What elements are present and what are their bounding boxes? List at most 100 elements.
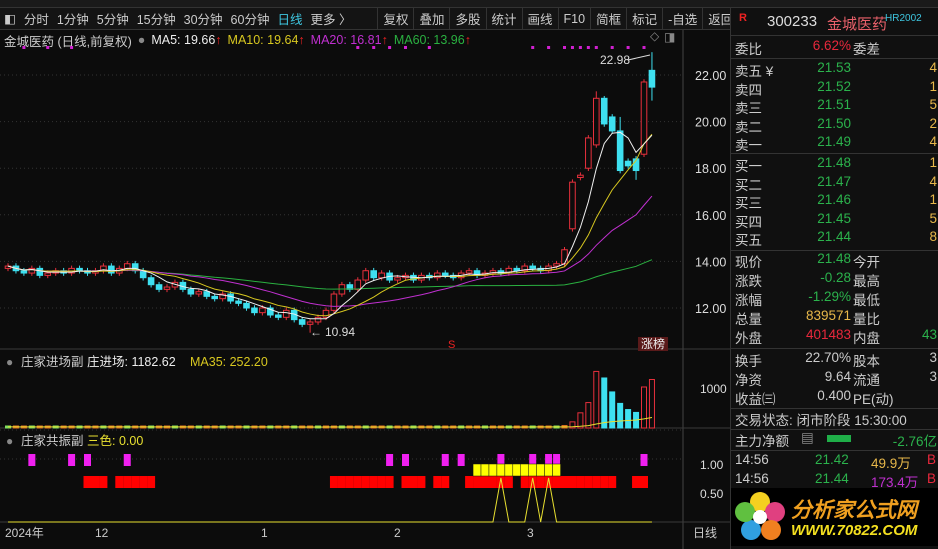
row-value: -0.28 [820,270,851,285]
signal-dot [70,46,74,49]
zjc-bar [625,409,632,429]
row-label: 买一 [735,159,762,174]
panel3-settings-icon[interactable]: ● [6,434,13,448]
tab-60min[interactable]: 60分钟 [227,9,274,28]
row-right: 8 [929,229,937,245]
high-annotation: 22.98 [600,53,630,67]
red-mark [99,476,108,488]
bid-row: 买四 21.45 5 [735,211,938,230]
period-label[interactable]: 日线 [693,526,717,540]
ma5-line [7,131,653,320]
signal-dot [531,46,535,49]
f10-button[interactable]: F10 [557,7,591,30]
candle-body [362,270,370,281]
yellow-mark [496,463,506,477]
row-right: 4 [929,173,937,189]
candle-body [211,295,218,300]
list-icon[interactable]: ▤ [801,430,814,446]
zjc-bar [617,402,624,429]
signal-dot [404,46,407,49]
red-mark [568,476,577,488]
tab-30min[interactable]: 30分钟 [180,9,227,28]
candle-body [330,293,338,311]
signal-dot [570,46,574,49]
tab-5min[interactable]: 5分钟 [93,9,133,28]
candle-body [298,319,306,325]
zjc-bar [609,391,616,429]
row-label2: 最低 [853,293,880,308]
signal-dot [22,46,26,49]
zhangbang-badge[interactable]: 涨榜 [641,336,665,351]
zjc-bar [593,370,600,429]
panel2-settings-icon[interactable]: ● [6,355,13,369]
multi-stock-button[interactable]: 多股 [449,7,485,30]
stat-row: 涨跌 -0.28 最高 [735,270,938,289]
row-label: 卖一 [735,138,762,154]
stat-row: 收益㈢ 0.400 PE(动) [735,388,938,407]
period-toolbar: ◧ 分时 1分钟 5分钟 15分钟 30分钟 60分钟 日线 更多 〉 复权 叠… [0,7,733,30]
candle-body [76,267,83,272]
red-mark [552,476,561,488]
logo: 分析家公式网 WWW.70822.COM [731,488,938,546]
stat-row: 净资 9.64 流通 3 [735,369,938,388]
pink-mark [402,454,409,466]
red-mark [496,476,505,488]
watchlist-button[interactable]: -自选 [662,7,702,30]
mark-button[interactable]: 标记 [626,7,662,30]
tab-more[interactable]: 更多 〉 [306,9,355,28]
row-value: 839571 [805,308,851,323]
tab-daily[interactable]: 日线 [273,9,306,28]
signal-dot [427,46,431,49]
ask-row: 卖二 21.50 2 [735,116,938,135]
overlay-button[interactable]: 叠加 [413,7,449,30]
row-label: 总量 [735,312,762,327]
row-label2: 内盘 [853,331,880,346]
signal-dot [563,46,566,49]
pink-mark [123,454,131,466]
red-mark [353,476,362,488]
panel3-title: 庄家共振副 [21,433,84,448]
signal-dot [388,46,392,49]
diamond-icon[interactable]: ◇ [650,30,660,43]
candle-body [616,130,624,172]
signal-dot [46,46,50,49]
tab-1min[interactable]: 1分钟 [53,9,93,28]
fuquan-button[interactable]: 复权 [377,7,413,30]
simple-frame-button[interactable]: 简框 [590,7,626,30]
red-mark [592,476,601,488]
red-mark [401,476,410,488]
stats-button[interactable]: 统计 [485,7,522,30]
signal-dot [547,46,551,49]
red-mark [361,476,370,488]
signal-dot [642,46,646,49]
row-value: 0.400 [817,388,851,403]
panel-toggle-icon[interactable]: ◨ [664,30,675,44]
ask-row: 卖一 21.49 4 [735,134,938,153]
row-label: 换手 [735,354,762,369]
candle-body [163,286,171,290]
xaxis-label-feb: 2 [394,526,401,540]
red-mark [369,476,378,488]
tab-fenshi[interactable]: 分时 [20,9,53,28]
red-mark [115,476,124,488]
row-label: 涨跌 [735,274,762,289]
row-label2: 量比 [853,312,880,327]
candle-body [203,291,211,297]
red-mark [433,476,442,488]
price-tick-label: 22.00 [695,69,726,83]
panel3-value: 三色: 0.00 [87,433,143,448]
tab-15min[interactable]: 15分钟 [133,9,180,28]
sidebar-toggle-icon[interactable]: ◧ [0,11,20,26]
stock-code: 300233 [767,13,818,30]
row-label: 卖五 ¥ [735,64,774,79]
row-right: 3 [929,369,937,384]
kline-chart[interactable]: 22.00 20.00 18.00 16.00 14.00 12.00 ◇ ◨ 22.98… [0,30,730,549]
candle-body [275,314,282,318]
candle-body [529,265,537,269]
red-mark [528,476,537,488]
stat-row: 外盘 401483 内盘 43 [735,327,938,346]
draw-button[interactable]: 画线 [521,7,558,30]
trade-status: 交易状态: 闭市阶段 15:30:00 [735,413,907,428]
yellow-mark [520,463,529,477]
red-mark [600,476,609,488]
